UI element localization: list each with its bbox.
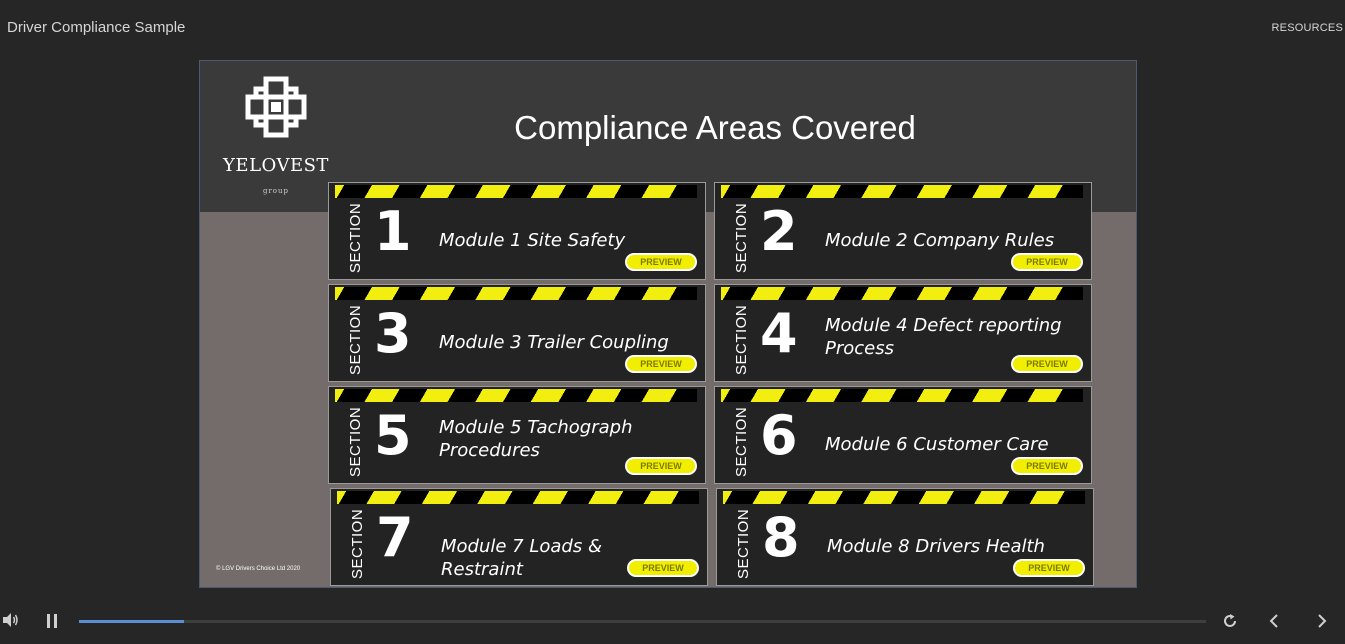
- section-number: 3: [374, 302, 412, 365]
- module-card-5[interactable]: SECTION 5 Module 5 Tachograph Procedures…: [328, 386, 706, 484]
- module-card-1[interactable]: SECTION 1 Module 1 Site Safety PREVIEW: [328, 182, 706, 280]
- section-label: SECTION: [349, 508, 366, 579]
- section-number: 4: [760, 302, 798, 365]
- section-number: 5: [374, 404, 412, 467]
- logo-subtitle: group: [262, 187, 290, 195]
- preview-button[interactable]: PREVIEW: [627, 559, 699, 577]
- module-card-7[interactable]: SECTION 7 Module 7 Loads & Restraint PRE…: [330, 488, 708, 586]
- player-controls: [0, 598, 1345, 644]
- next-icon[interactable]: [1316, 613, 1328, 629]
- preview-button[interactable]: PREVIEW: [625, 355, 697, 373]
- top-bar: Driver Compliance Sample RESOURCES: [0, 0, 1345, 58]
- section-number: 6: [760, 404, 798, 467]
- section-number: 8: [762, 506, 800, 569]
- replay-icon[interactable]: [1222, 613, 1238, 629]
- section-label: SECTION: [735, 508, 752, 579]
- prev-icon[interactable]: [1268, 613, 1280, 629]
- section-label: SECTION: [733, 202, 750, 273]
- hazard-stripe: [723, 491, 1085, 504]
- hazard-stripe: [721, 287, 1083, 300]
- module-title: Module 3 Trailer Coupling: [439, 332, 669, 353]
- section-label: SECTION: [733, 406, 750, 477]
- progress-fill: [79, 620, 184, 623]
- hazard-stripe: [721, 185, 1083, 198]
- hazard-stripe: [721, 389, 1083, 402]
- slide-canvas: YELOVEST group Compliance Areas Covered …: [200, 61, 1136, 587]
- preview-button[interactable]: PREVIEW: [1011, 355, 1083, 373]
- section-label: SECTION: [347, 202, 364, 273]
- section-number: 2: [760, 200, 798, 263]
- preview-button[interactable]: PREVIEW: [625, 457, 697, 475]
- preview-button[interactable]: PREVIEW: [1011, 457, 1083, 475]
- section-number: 1: [374, 200, 412, 263]
- yelovest-logo-icon: [245, 76, 307, 138]
- section-label: SECTION: [347, 406, 364, 477]
- preview-button[interactable]: PREVIEW: [625, 253, 697, 271]
- module-card-8[interactable]: SECTION 8 Module 8 Drivers Health PREVIE…: [716, 488, 1094, 586]
- module-card-6[interactable]: SECTION 6 Module 6 Customer Care PREVIEW: [714, 386, 1092, 484]
- module-title: Module 4 Defect reporting Process: [825, 315, 1062, 359]
- preview-button[interactable]: PREVIEW: [1011, 253, 1083, 271]
- module-title: Module 5 Tachograph Procedures: [439, 417, 633, 461]
- section-label: SECTION: [347, 304, 364, 375]
- logo-name: YELOVEST: [223, 155, 329, 176]
- hazard-stripe: [335, 185, 697, 198]
- pause-icon[interactable]: [46, 614, 58, 628]
- hazard-stripe: [335, 287, 697, 300]
- section-number: 7: [376, 506, 414, 569]
- hazard-stripe: [337, 491, 699, 504]
- module-card-2[interactable]: SECTION 2 Module 2 Company Rules PREVIEW: [714, 182, 1092, 280]
- resources-link[interactable]: RESOURCES: [1272, 22, 1343, 34]
- module-title: Module 8 Drivers Health: [827, 536, 1045, 557]
- module-title: Module 1 Site Safety: [439, 230, 626, 251]
- progress-track[interactable]: [79, 620, 1206, 623]
- module-card-3[interactable]: SECTION 3 Module 3 Trailer Coupling PREV…: [328, 284, 706, 382]
- course-title: Driver Compliance Sample: [7, 19, 186, 36]
- module-card-4[interactable]: SECTION 4 Module 4 Defect reporting Proc…: [714, 284, 1092, 382]
- section-label: SECTION: [733, 304, 750, 375]
- hazard-stripe: [335, 389, 697, 402]
- module-title: Module 6 Customer Care: [825, 434, 1049, 455]
- preview-button[interactable]: PREVIEW: [1013, 559, 1085, 577]
- module-title: Module 2 Company Rules: [825, 230, 1055, 251]
- slide-title: Compliance Areas Covered: [514, 109, 916, 146]
- volume-icon[interactable]: [2, 612, 20, 628]
- copyright-notice: © LGV Drivers Choice Ltd 2020: [216, 566, 301, 572]
